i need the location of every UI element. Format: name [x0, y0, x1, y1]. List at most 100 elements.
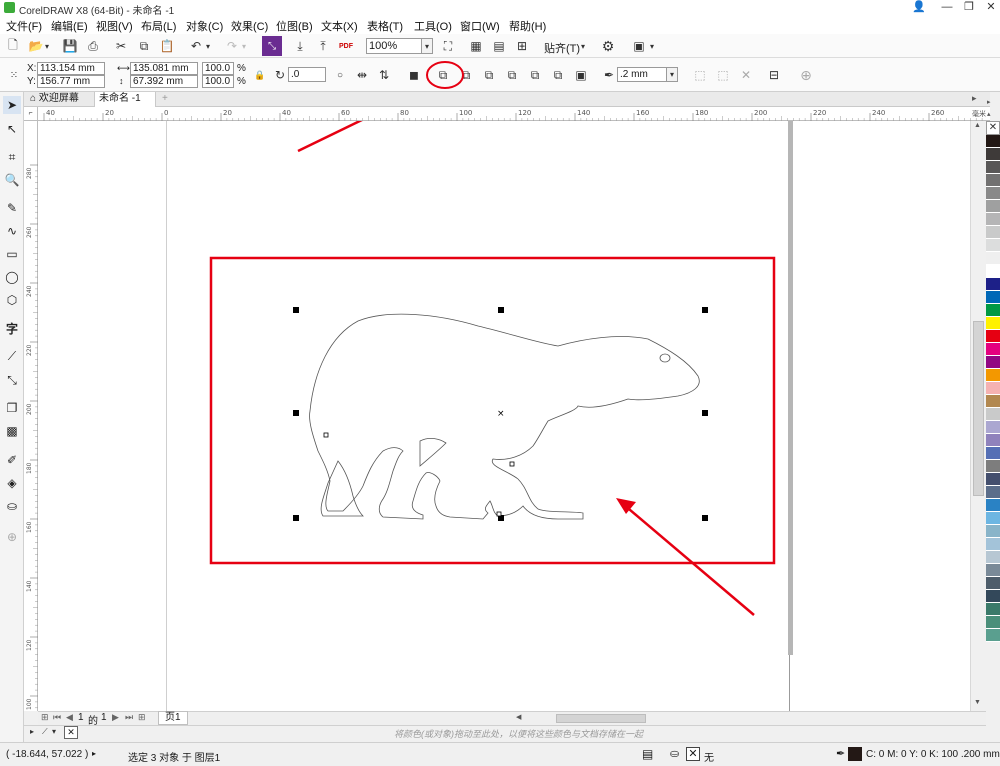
create-boundary-icon[interactable]: ▣ — [571, 65, 591, 85]
color-swatch[interactable] — [986, 408, 1000, 421]
interactive-fill-icon[interactable]: ◈ — [3, 474, 21, 492]
color-swatch[interactable] — [986, 421, 1000, 434]
outline-width-field[interactable]: .2 mm — [617, 67, 667, 82]
menu-text[interactable]: 文本(X) — [321, 18, 358, 34]
y-position-field[interactable]: 156.77 mm — [37, 75, 105, 88]
color-swatch[interactable] — [986, 447, 1000, 460]
polygon-tool-icon[interactable]: ⬡ — [3, 291, 21, 309]
eyedropper-icon[interactable]: ✐ — [3, 451, 21, 469]
new-document-icon[interactable]: 🗋 — [3, 36, 23, 56]
outline-width-dropdown-icon[interactable]: ▾ — [666, 67, 678, 82]
color-swatch[interactable] — [986, 629, 1000, 642]
palette-flyout-icon[interactable]: ▸ — [30, 727, 34, 736]
menu-bitmaps[interactable]: 位图(B) — [276, 18, 313, 34]
scale-width-field[interactable]: 100.0 — [202, 62, 234, 75]
color-swatch[interactable] — [986, 577, 1000, 590]
color-swatch[interactable] — [986, 200, 1000, 213]
eyedropper-small-icon[interactable]: ⟋ — [42, 727, 48, 737]
first-page-icon[interactable]: ⏮ — [53, 712, 61, 723]
tab-scroll-icon[interactable]: ▸ — [972, 93, 977, 104]
publish-pdf-icon[interactable]: PDF — [336, 36, 356, 56]
export-icon[interactable]: ⤒ — [313, 36, 333, 56]
color-swatch[interactable] — [986, 226, 1000, 239]
color-swatch[interactable] — [986, 187, 1000, 200]
ruler-origin-icon[interactable]: ⌐ — [24, 107, 38, 121]
color-swatch[interactable] — [986, 265, 1000, 278]
vertical-scroll-thumb[interactable] — [973, 321, 984, 496]
freehand-tool-icon[interactable]: ✎ — [3, 199, 21, 217]
horizontal-scroll-thumb[interactable] — [556, 714, 646, 723]
show-rulers-icon[interactable]: ▦ — [466, 36, 486, 56]
last-page-icon[interactable]: ⏭ — [125, 712, 133, 723]
menu-tools[interactable]: 工具(O) — [414, 18, 452, 34]
color-swatch[interactable] — [986, 551, 1000, 564]
crop-tool-icon[interactable]: ⌗ — [3, 148, 21, 166]
intersect-icon[interactable]: ⧉ — [479, 65, 499, 85]
add-page-before-icon[interactable]: ⊞ — [41, 712, 49, 723]
scroll-left-icon[interactable]: ◀ — [516, 713, 521, 721]
color-swatch[interactable] — [986, 395, 1000, 408]
color-swatch[interactable] — [986, 213, 1000, 226]
zoom-tool-icon[interactable]: 🔍 — [3, 171, 21, 189]
color-swatch[interactable] — [986, 148, 1000, 161]
add-tool-icon[interactable]: ⊕ — [3, 528, 21, 546]
convert-to-curves-icon[interactable]: ⬚ — [690, 65, 710, 85]
scroll-down-icon[interactable]: ▼ — [974, 699, 981, 706]
color-swatch[interactable] — [986, 486, 1000, 499]
import-icon[interactable]: ⤓ — [290, 36, 310, 56]
color-swatch[interactable] — [986, 304, 1000, 317]
simplify-icon[interactable]: ⧉ — [502, 65, 522, 85]
snap-to-menu[interactable]: 贴齐(T) — [544, 40, 580, 56]
new-tab-button[interactable]: + — [158, 92, 170, 107]
rotation-angle-field[interactable]: .0 — [288, 67, 326, 82]
add-quick-customize-icon[interactable]: ⊕ — [796, 65, 816, 85]
prev-page-icon[interactable]: ◀ — [66, 712, 73, 723]
combine-icon[interactable]: ◼ — [404, 65, 424, 85]
zoom-level-field[interactable]: 100% — [366, 38, 422, 54]
redo-dropdown-icon[interactable]: ▾ — [239, 36, 249, 56]
color-swatch[interactable] — [986, 291, 1000, 304]
node-markers[interactable] — [323, 432, 515, 517]
palette-scroll-up-icon[interactable]: ▸ — [987, 98, 991, 106]
menu-object[interactable]: 对象(C) — [186, 18, 223, 34]
break-apart-icon[interactable]: ⬚ — [713, 65, 733, 85]
color-swatch[interactable] — [986, 512, 1000, 525]
print-icon[interactable]: ⎙ — [83, 36, 103, 56]
undo-dropdown-icon[interactable]: ▾ — [203, 36, 213, 56]
color-swatch[interactable] — [986, 499, 1000, 512]
transparency-icon[interactable]: ▩ — [3, 422, 21, 440]
rotate-icon[interactable]: ↻ — [270, 65, 290, 85]
back-minus-front-icon[interactable]: ⧉ — [548, 65, 568, 85]
user-icon[interactable]: 👤 — [906, 0, 932, 16]
drawing-canvas[interactable]: × — [38, 121, 970, 711]
menu-window[interactable]: 窗口(W) — [460, 18, 500, 34]
color-swatch[interactable] — [986, 330, 1000, 343]
menu-effects[interactable]: 效果(C) — [231, 18, 268, 34]
scroll-up-icon[interactable]: ▲ — [974, 122, 981, 129]
mirror-vertical-icon[interactable]: ⇅ — [374, 65, 394, 85]
color-swatch[interactable] — [986, 538, 1000, 551]
color-swatch[interactable] — [986, 343, 1000, 356]
object-origin-icon[interactable]: ⁙ — [4, 65, 24, 85]
color-swatch[interactable] — [986, 603, 1000, 616]
color-swatch[interactable] — [986, 590, 1000, 603]
align-distribute-icon[interactable]: ⊟ — [764, 65, 784, 85]
color-swatch[interactable] — [986, 174, 1000, 187]
next-page-icon[interactable]: ▶ — [112, 712, 119, 723]
rectangle-tool-icon[interactable]: ▭ — [3, 245, 21, 263]
no-color-swatch[interactable]: ✕ — [986, 121, 1000, 135]
color-profile-icon[interactable]: ▤ — [642, 747, 653, 761]
lock-ratio-icon[interactable]: 🔒 — [250, 65, 270, 85]
add-page-after-icon[interactable]: ⊞ — [138, 712, 146, 723]
width-field[interactable]: 135.081 mm — [130, 62, 198, 75]
color-swatch[interactable] — [986, 239, 1000, 252]
fill-none-swatch[interactable]: ✕ — [686, 747, 700, 761]
fill-bucket-icon[interactable]: ⛀ — [670, 747, 679, 760]
search-content-icon[interactable]: ⤡ — [262, 36, 282, 56]
color-swatch[interactable] — [986, 382, 1000, 395]
color-swatch[interactable] — [986, 135, 1000, 148]
front-minus-back-icon[interactable]: ⧉ — [525, 65, 545, 85]
full-screen-icon[interactable]: ⛶ — [438, 36, 458, 56]
tab-document[interactable]: 未命名 -1 — [94, 92, 156, 107]
pick-tool-icon[interactable]: ➤ — [3, 96, 21, 114]
